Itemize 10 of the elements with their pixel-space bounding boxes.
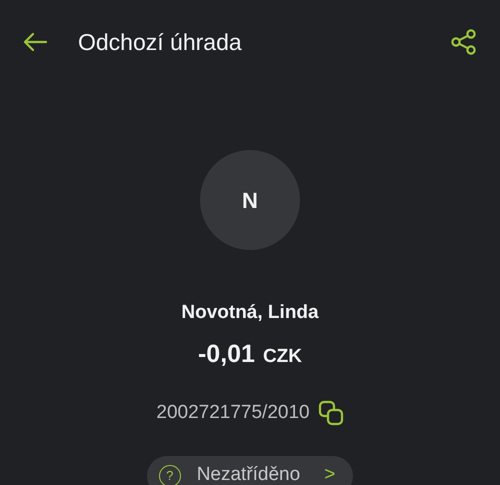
avatar: N (200, 150, 300, 250)
counterparty-name: Novotná, Linda (181, 301, 319, 325)
share-button[interactable] (450, 28, 478, 56)
amount: -0,01 (198, 338, 255, 370)
back-button[interactable] (22, 32, 48, 52)
screen-title: Odchozí úhrada (78, 28, 242, 57)
category-chip[interactable]: ? Nezatříděno > (146, 456, 354, 485)
copy-button[interactable] (318, 400, 344, 426)
currency: CZK (262, 344, 302, 368)
account-number: 2002721775/2010 (156, 401, 310, 425)
